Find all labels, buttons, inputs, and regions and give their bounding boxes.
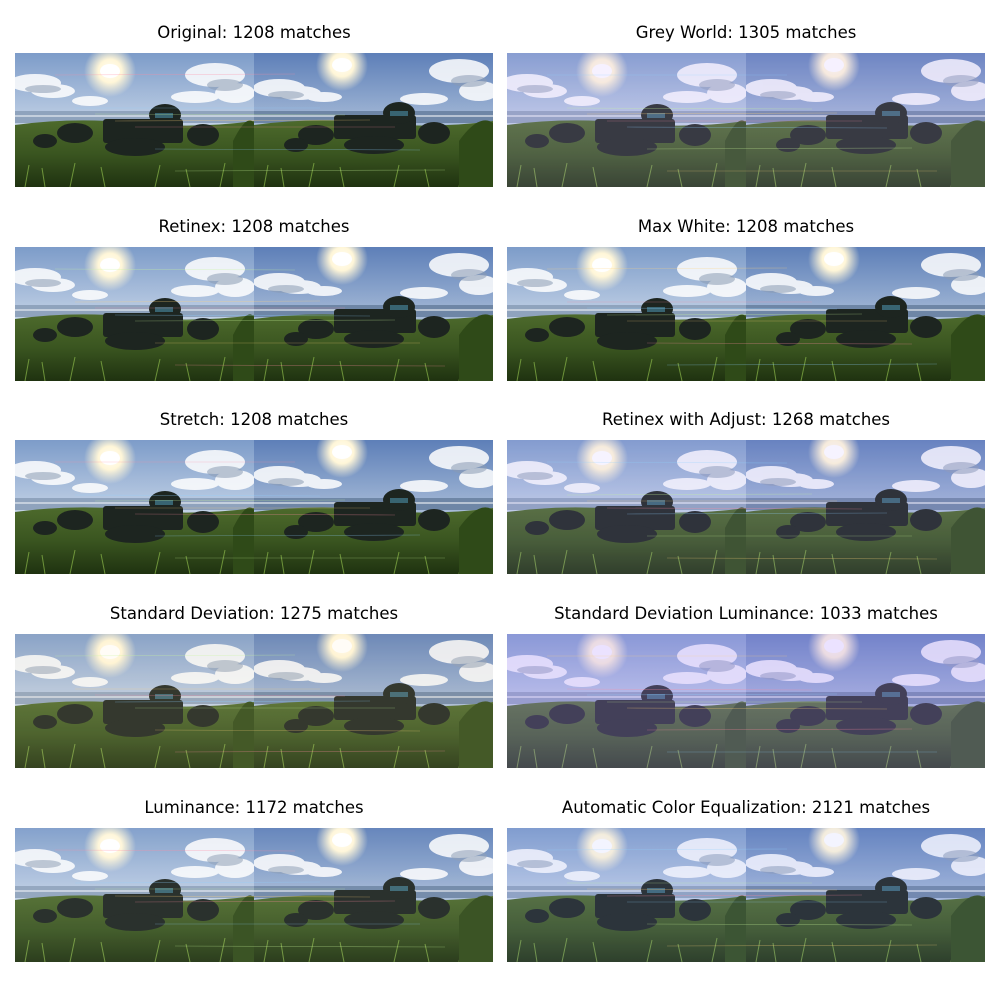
right-photo xyxy=(746,828,985,962)
left-photo xyxy=(507,53,746,187)
panel-title: Automatic Color Equalization: 2121 match… xyxy=(561,798,931,817)
right-photo xyxy=(746,247,985,381)
left-photo xyxy=(15,828,254,962)
panel-title: Original: 1208 matches xyxy=(157,23,351,42)
photo-pair xyxy=(15,247,493,381)
right-photo xyxy=(254,828,493,962)
panel-title: Standard Deviation Luminance: 1033 match… xyxy=(554,604,938,623)
panel-title: Grey World: 1305 matches xyxy=(635,23,857,42)
left-photo xyxy=(15,53,254,187)
panel-title: Retinex: 1208 matches xyxy=(158,217,350,236)
right-photo xyxy=(746,440,985,574)
right-photo xyxy=(254,440,493,574)
left-photo xyxy=(15,634,254,768)
panel-title: Retinex with Adjust: 1268 matches xyxy=(601,410,891,429)
panel-title: Standard Deviation: 1275 matches xyxy=(109,604,399,623)
left-photo xyxy=(507,247,746,381)
left-photo xyxy=(507,634,746,768)
panel-title: Stretch: 1208 matches xyxy=(159,410,349,429)
panel-title: Max White: 1208 matches xyxy=(637,217,855,236)
panel-title: Luminance: 1172 matches xyxy=(144,798,364,817)
left-photo xyxy=(15,247,254,381)
photo-pair xyxy=(507,247,985,381)
photo-pair xyxy=(15,53,493,187)
left-photo xyxy=(507,828,746,962)
photo-pair xyxy=(15,440,493,574)
photo-pair xyxy=(15,634,493,768)
photo-pair xyxy=(507,634,985,768)
right-photo xyxy=(254,634,493,768)
photo-pair xyxy=(15,828,493,962)
right-photo xyxy=(746,634,985,768)
photo-pair xyxy=(507,828,985,962)
left-photo xyxy=(15,440,254,574)
right-photo xyxy=(254,247,493,381)
photo-pair xyxy=(507,53,985,187)
right-photo xyxy=(254,53,493,187)
photo-pair xyxy=(507,440,985,574)
right-photo xyxy=(746,53,985,187)
left-photo xyxy=(507,440,746,574)
